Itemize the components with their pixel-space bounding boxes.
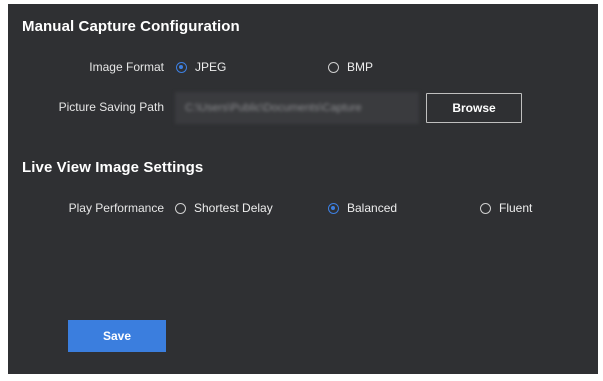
live-view-title: Live View Image Settings bbox=[22, 159, 204, 176]
radio-unselected-icon bbox=[480, 202, 491, 214]
radio-jpeg[interactable]: JPEG bbox=[176, 60, 226, 74]
radio-fluent-label: Fluent bbox=[499, 201, 533, 215]
radio-unselected-icon bbox=[328, 61, 339, 73]
saving-path-label: Picture Saving Path bbox=[58, 100, 164, 114]
saving-path-field[interactable] bbox=[175, 92, 419, 124]
radio-selected-icon bbox=[176, 61, 187, 73]
radio-selected-icon bbox=[328, 202, 339, 214]
radio-shortest-delay[interactable]: Shortest Delay bbox=[175, 201, 273, 215]
radio-bmp-label: BMP bbox=[347, 60, 374, 74]
radio-jpeg-label: JPEG bbox=[195, 60, 227, 74]
play-performance-label: Play Performance bbox=[68, 201, 164, 215]
radio-unselected-icon bbox=[175, 202, 186, 214]
browse-button[interactable]: Browse bbox=[426, 93, 522, 123]
radio-fluent[interactable]: Fluent bbox=[480, 201, 532, 215]
image-format-label: Image Format bbox=[89, 60, 164, 74]
manual-capture-title: Manual Capture Configuration bbox=[22, 18, 240, 35]
radio-balanced[interactable]: Balanced bbox=[328, 201, 397, 215]
radio-bmp[interactable]: BMP bbox=[328, 60, 373, 74]
radio-balanced-label: Balanced bbox=[347, 201, 398, 215]
radio-shortest-delay-label: Shortest Delay bbox=[194, 201, 273, 215]
save-button[interactable]: Save bbox=[68, 320, 166, 352]
settings-panel: Manual Capture Configuration Image Forma… bbox=[8, 4, 598, 374]
